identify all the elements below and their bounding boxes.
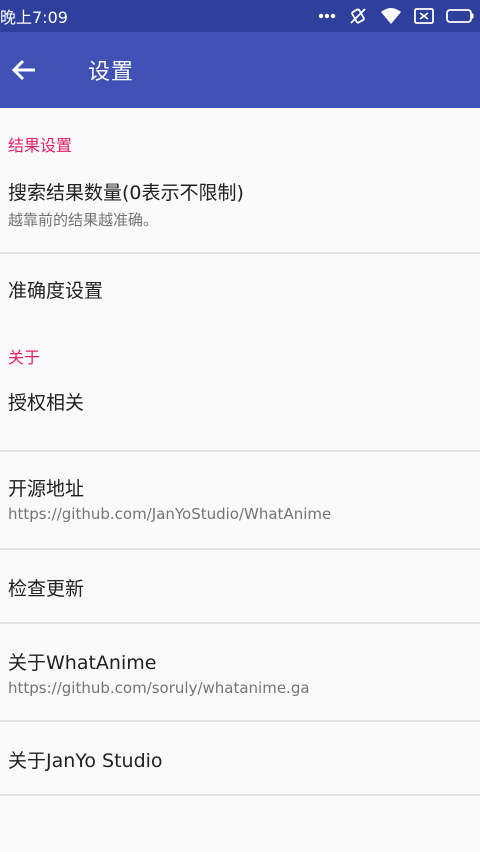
settings-list: 结果设置 搜索结果数量(0表示不限制) 越靠前的结果越准确。 准确度设置 关于 …	[0, 108, 480, 796]
pref-summary: https://github.com/soruly/whatanime.ga	[8, 679, 310, 697]
pref-accuracy[interactable]: 准确度设置	[0, 254, 480, 330]
wifi-icon	[381, 8, 401, 24]
divider	[0, 794, 480, 796]
status-time: 晚上7:09	[0, 8, 68, 27]
page-title: 设置	[88, 60, 135, 85]
status-bar: 晚上7:09	[0, 0, 480, 32]
pref-title: 关于JanYo Studio	[8, 750, 163, 772]
pref-title: 搜索结果数量(0表示不限制)	[8, 182, 244, 204]
more-dots-icon	[318, 13, 336, 19]
pref-summary: 越靠前的结果越准确。	[8, 211, 159, 229]
category-results-header: 结果设置	[8, 136, 73, 155]
pref-title: 授权相关	[8, 392, 85, 414]
pref-source[interactable]: 开源地址 https://github.com/JanYoStudio/What…	[0, 452, 480, 548]
pref-title: 检查更新	[8, 578, 85, 600]
back-button[interactable]	[0, 46, 48, 94]
app-bar: 设置	[0, 32, 480, 108]
pref-title: 关于WhatAnime	[8, 652, 157, 674]
vibrate-off-icon	[350, 8, 366, 24]
pref-about-whatanime[interactable]: 关于WhatAnime https://github.com/soruly/wh…	[0, 624, 480, 720]
status-icons	[318, 6, 474, 26]
pref-title: 准确度设置	[8, 280, 104, 302]
pref-title: 开源地址	[8, 478, 85, 500]
battery-icon	[446, 9, 474, 23]
category-about-header: 关于	[8, 348, 41, 367]
pref-result-count[interactable]: 搜索结果数量(0表示不限制) 越靠前的结果越准确。	[0, 164, 480, 252]
arrow-back-icon	[11, 59, 35, 81]
pref-summary: https://github.com/JanYoStudio/WhatAnime	[8, 505, 332, 523]
sim-icon	[414, 8, 434, 24]
pref-check-update[interactable]: 检查更新	[0, 550, 480, 622]
pref-about-janyo[interactable]: 关于JanYo Studio	[0, 722, 480, 794]
pref-license[interactable]: 授权相关	[0, 376, 480, 450]
